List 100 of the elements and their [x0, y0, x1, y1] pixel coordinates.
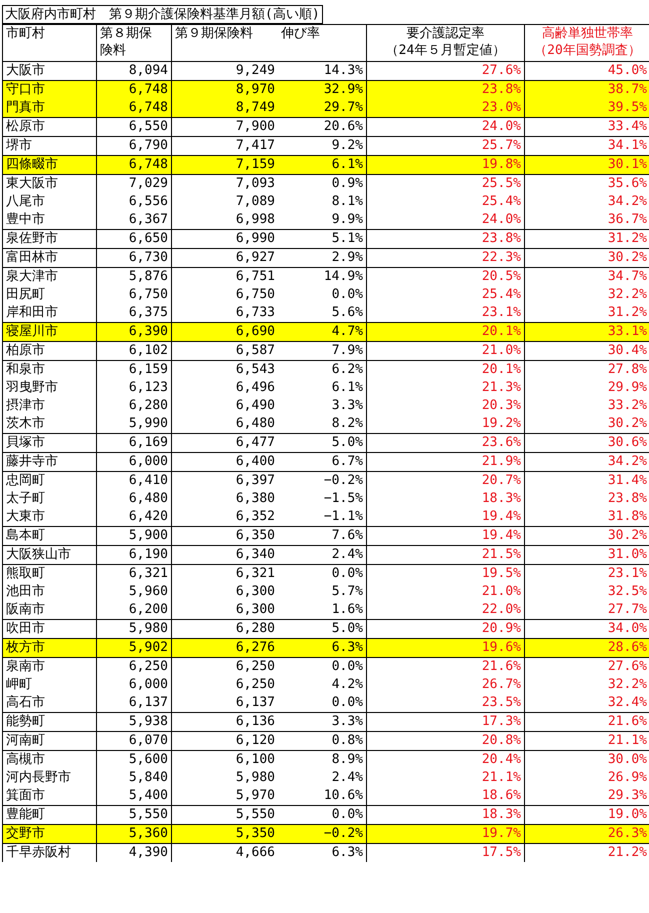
municipality-cell-text: 岸和田市 — [5, 304, 59, 322]
table-cell: 5,600 — [96, 751, 171, 769]
table-cell: 18.3% — [366, 490, 524, 508]
table-cell: 6,123 — [96, 379, 171, 397]
table-cell: 20.1% — [366, 361, 524, 379]
table-cell: 6,100 — [171, 751, 278, 769]
table-cell-text: 0.0% — [330, 694, 364, 712]
table-cell: 6,300 — [171, 583, 278, 601]
table-cell: 27.6% — [524, 658, 649, 676]
table-cell-text: 14.9% — [322, 268, 364, 286]
municipality-cell-text: 泉南市 — [5, 658, 46, 676]
table-cell-text: 6.3% — [330, 639, 364, 657]
table-cell-text: 20.6% — [322, 118, 364, 136]
municipality-cell-text: 岬町 — [5, 676, 33, 694]
table-cell: 21.1% — [366, 769, 524, 787]
table-cell: 25.4% — [366, 193, 524, 211]
table-cell: 7,089 — [171, 193, 278, 211]
municipality-cell-text: 貝塚市 — [5, 434, 46, 452]
table-cell: 23.8% — [524, 490, 649, 508]
table-cell-text: 3.3% — [330, 397, 364, 415]
municipality-cell-text: 河南町 — [5, 732, 46, 750]
table-cell: 20.7% — [366, 472, 524, 490]
table-cell: 6,543 — [171, 361, 278, 379]
municipality-cell-text: 四條畷市 — [5, 156, 59, 174]
table-cell: 6,410 — [96, 472, 171, 490]
table-cell: 6,250 — [171, 676, 278, 694]
table-cell-text: 8.9% — [330, 751, 364, 769]
table-cell: 6,397 — [171, 472, 278, 490]
table-cell: 26.9% — [524, 769, 649, 787]
table-cell: 32.5% — [524, 583, 649, 601]
municipality-cell-text: 吹田市 — [5, 620, 46, 638]
table-cell: 21.3% — [366, 379, 524, 397]
table-cell: 6,250 — [171, 658, 278, 676]
municipality-cell-text: 富田林市 — [5, 249, 59, 267]
table-cell: 6,380 — [171, 490, 278, 508]
table-cell: 21.6% — [366, 658, 524, 676]
column-header: （24年５月暫定値） — [386, 42, 506, 59]
table-cell: 35.6% — [524, 175, 649, 193]
table-cell: 20.5% — [366, 268, 524, 286]
municipality-cell-text: 河内長野市 — [5, 769, 72, 787]
table-cell-text: 5.1% — [330, 230, 364, 248]
municipality-cell-text: 泉大津市 — [5, 268, 59, 286]
municipality-cell-text: 堺市 — [5, 137, 33, 155]
table-cell: 6,280 — [96, 397, 171, 415]
table-cell-text: −1.5% — [322, 490, 364, 508]
table-cell: 7,093 — [171, 175, 278, 193]
table-cell-text: 9.2% — [330, 137, 364, 155]
table-cell: 20.3% — [366, 397, 524, 415]
table-cell-text: 1.6% — [330, 601, 364, 619]
table-cell: 30.0% — [524, 751, 649, 769]
table-cell-text: 5.0% — [330, 620, 364, 638]
table-cell: 5,980 — [171, 769, 278, 787]
table-cell: 25.5% — [366, 175, 524, 193]
table-cell: 34.2% — [524, 193, 649, 211]
municipality-cell-text: 泉佐野市 — [5, 230, 59, 248]
municipality-cell-text: 箕面市 — [5, 787, 46, 805]
table-cell-text: 6.1% — [330, 379, 364, 397]
municipality-cell-text: 和泉市 — [5, 361, 46, 379]
table-cell-text: 0.8% — [330, 732, 364, 750]
municipality-cell-text: 柏原市 — [5, 342, 46, 360]
municipality-cell-text: 高石市 — [5, 694, 46, 712]
table-cell-text: 9.9% — [330, 211, 364, 229]
table-cell: 6,480 — [96, 490, 171, 508]
table-cell-text: 2.4% — [330, 769, 364, 787]
municipality-cell-text: 藤井寺市 — [5, 453, 59, 471]
municipality-cell-text: 大阪市 — [5, 62, 46, 80]
municipality-cell-text: 交野市 — [5, 825, 46, 843]
table-cell: 6,321 — [96, 565, 171, 583]
table-cell: 32.2% — [524, 286, 649, 304]
municipality-cell-text: 千早赤阪村 — [5, 844, 72, 862]
column-header: 第９期保険料 — [175, 25, 253, 42]
municipality-cell-text: 門真市 — [5, 99, 46, 117]
column-header: （20年国勢調査） — [534, 42, 641, 59]
column-header: 第８期保 — [100, 25, 152, 42]
column-header: 市町村 — [6, 25, 45, 42]
table-cell: 32.2% — [524, 676, 649, 694]
table-cell: 8,970 — [171, 81, 278, 99]
table-cell: 23.1% — [524, 565, 649, 583]
table-cell: 6,000 — [96, 676, 171, 694]
table-cell-text: 5.0% — [330, 434, 364, 452]
table-cell: 7,029 — [96, 175, 171, 193]
table-cell-text: 4.7% — [330, 323, 364, 341]
table-cell-text: 29.7% — [322, 99, 364, 117]
table-cell-text: −1.1% — [322, 508, 364, 526]
column-header: 険料 — [100, 42, 126, 59]
table-cell: 6,750 — [96, 286, 171, 304]
municipality-cell-text: 羽曳野市 — [5, 379, 59, 397]
municipality-cell-text: 摂津市 — [5, 397, 46, 415]
table-cell: 6,321 — [171, 565, 278, 583]
municipality-cell-text: 能勢町 — [5, 713, 46, 731]
table-cell: 27.8% — [524, 361, 649, 379]
table-cell-text: 2.9% — [330, 249, 364, 267]
table-cell-text: 4.2% — [330, 676, 364, 694]
table-cell-text: 5.7% — [330, 583, 364, 601]
table-cell-text: 6.1% — [330, 156, 364, 174]
table-cell: 33.2% — [524, 397, 649, 415]
table-cell-text: 10.6% — [322, 787, 364, 805]
table-cell-text: 8.2% — [330, 415, 364, 433]
column-header: 伸び率 — [281, 25, 320, 42]
table-cell: 6,159 — [96, 361, 171, 379]
